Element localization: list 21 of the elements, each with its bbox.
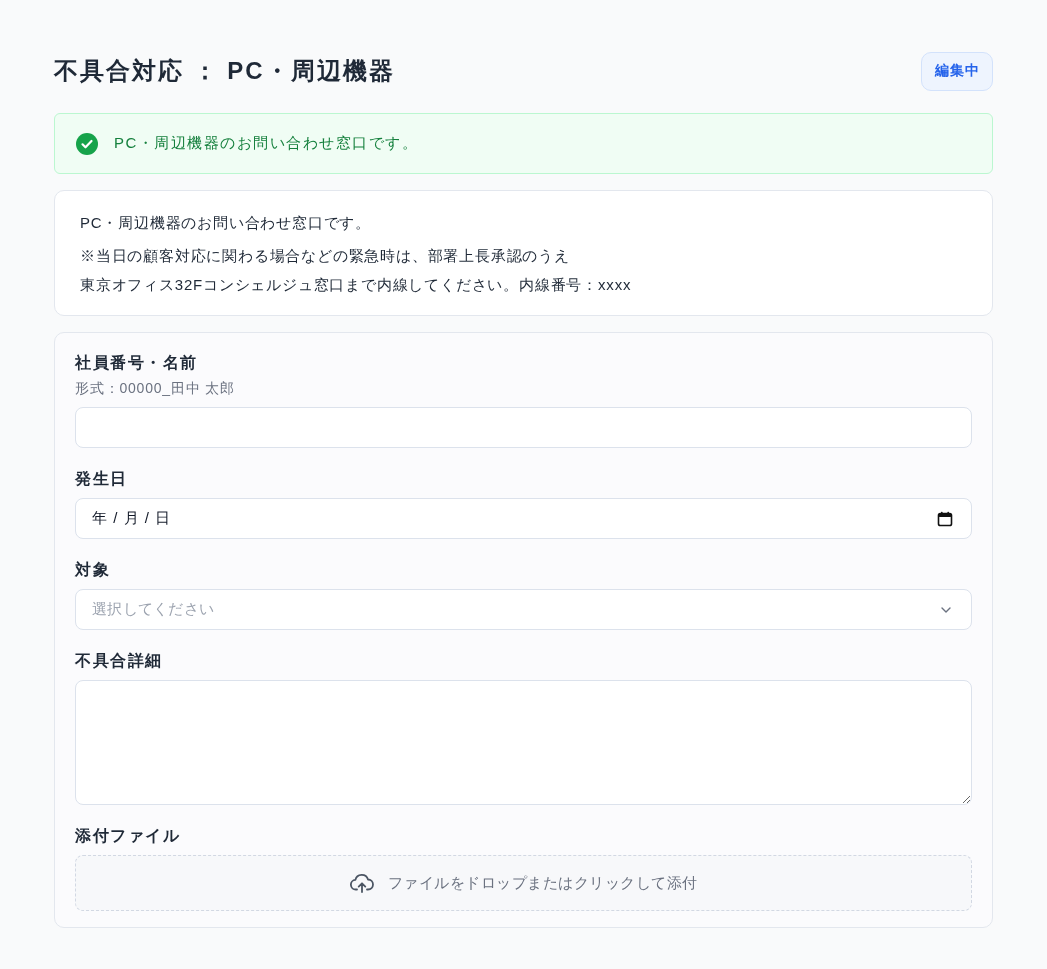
info-text: ※当日の顧客対応に関わる場合などの緊急時は、部署上長承認のうえ [80,246,571,266]
field-label: 不具合詳細 [75,651,164,671]
info-text: PC・周辺機器のお問い合わせ窓口です。 [80,213,373,233]
file-dropzone[interactable]: ファイルをドロップまたはクリックして添付 [75,855,972,911]
chevron-down-icon [941,606,951,613]
status-badge: 編集中 [921,51,993,91]
field-label: 添付ファイル [75,826,181,846]
date-field[interactable]: 年 / 月 / 日 [75,498,972,539]
info-text: 東京オフィス32Fコンシェルジュ窓口まで内線してください。内線番号：xxxx [80,275,633,295]
page-title: 不具合対応 ： PC・周辺機器 [54,56,395,86]
field-label: 社員番号・名前 [75,353,199,373]
cloud-upload-icon [349,873,374,893]
field-hint: 形式：00000_田中 太郎 [75,379,236,398]
textarea-field[interactable] [75,680,972,805]
check-circle-icon [76,132,98,155]
alert-message: PC・周辺機器のお問い合わせ窓口です。 [114,134,419,153]
select-field[interactable]: 選択してください [75,589,972,630]
field-label: 対象 [75,560,111,580]
calendar-icon[interactable] [937,510,953,527]
text-input-field[interactable] [75,407,972,448]
field-label: 発生日 [75,469,129,489]
